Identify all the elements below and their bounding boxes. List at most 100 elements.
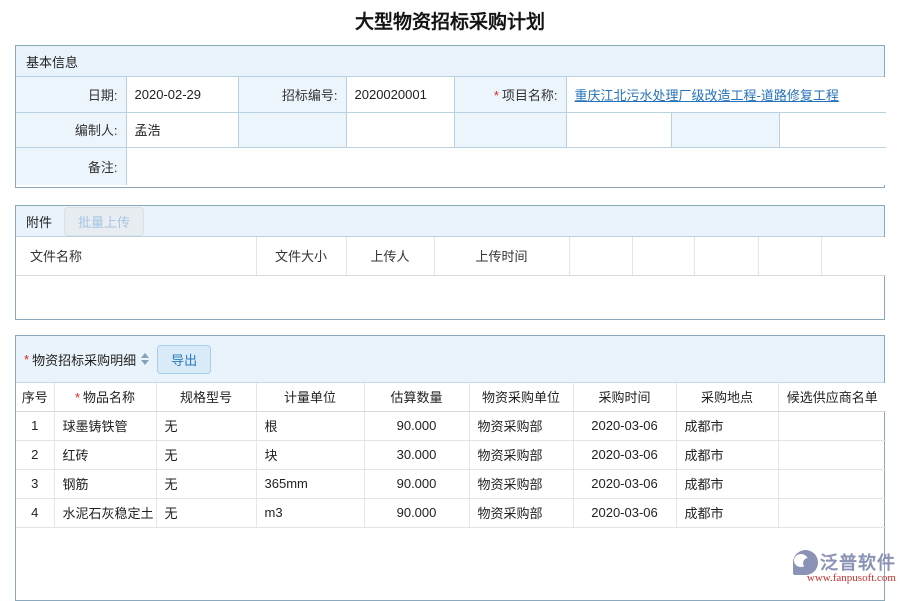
date-label: 日期: <box>16 77 126 112</box>
cell-purchase-time: 2020-03-06 <box>573 440 676 469</box>
detail-col-seq: 序号 <box>16 383 54 411</box>
empty-label-cell <box>454 112 566 147</box>
cell-unit: 365mm <box>256 469 364 498</box>
detail-col-unit: 计量单位 <box>256 383 364 411</box>
basic-info-row-3: 备注: <box>16 147 886 185</box>
detail-col-candidate-suppliers: 候选供应商名单 <box>778 383 886 411</box>
cell-purchase-place: 成都市 <box>676 469 778 498</box>
cell-spec: 无 <box>156 498 256 527</box>
attachments-title: 附件 <box>26 212 52 231</box>
cell-candidate-suppliers <box>778 469 886 498</box>
basic-info-section: 基本信息 日期: 2020-02-29 招标编号: 2020020001 *项目… <box>15 45 885 188</box>
project-name-link[interactable]: 重庆江北污水处理厂级改造工程-道路修复工程 <box>575 88 839 103</box>
table-row[interactable]: 4 水泥石灰稳定土 无 m3 90.000 物资采购部 2020-03-06 成… <box>16 498 886 527</box>
sort-toggle-icon[interactable] <box>141 353 149 365</box>
cell-seq: 3 <box>16 469 54 498</box>
cell-purchase-place: 成都市 <box>676 411 778 440</box>
detail-col-purchase-dept: 物资采购单位 <box>469 383 573 411</box>
table-row[interactable]: 2 红砖 无 块 30.000 物资采购部 2020-03-06 成都市 <box>16 440 886 469</box>
empty-label-cell <box>671 112 779 147</box>
brand-logo: 泛普软件 www.fanpusoft.com <box>793 549 896 584</box>
attachments-col-empty <box>569 237 632 275</box>
export-button[interactable]: 导出 <box>157 345 211 374</box>
cell-spec: 无 <box>156 469 256 498</box>
table-row[interactable]: 3 钢筋 无 365mm 90.000 物资采购部 2020-03-06 成都市 <box>16 469 886 498</box>
cell-purchase-place: 成都市 <box>676 498 778 527</box>
detail-table: 序号 *物品名称 规格型号 计量单位 估算数量 物资采购单位 采购时间 采购地点… <box>16 383 886 528</box>
attachments-col-empty <box>694 237 758 275</box>
cell-purchase-time: 2020-03-06 <box>573 469 676 498</box>
detail-section: * 物资招标采购明细 导出 序号 *物品名称 规格型号 计量单位 估算数量 物资… <box>15 335 885 601</box>
attachments-col-upload-time: 上传时间 <box>434 237 569 275</box>
detail-col-spec: 规格型号 <box>156 383 256 411</box>
empty-value-cell <box>779 112 886 147</box>
attachments-col-empty <box>821 237 886 275</box>
detail-col-item-name: *物品名称 <box>54 383 156 411</box>
detail-section-header: * 物资招标采购明细 导出 <box>16 336 884 383</box>
cell-unit: 块 <box>256 440 364 469</box>
attachments-col-empty <box>632 237 694 275</box>
page-title: 大型物资招标采购计划 <box>0 7 900 34</box>
basic-info-row-2: 编制人: 孟浩 <box>16 112 886 147</box>
detail-col-purchase-time: 采购时间 <box>573 383 676 411</box>
basic-info-title: 基本信息 <box>26 52 78 71</box>
detail-title: 物资招标采购明细 <box>32 350 136 369</box>
cell-item-name: 球墨铸铁管 <box>54 411 156 440</box>
attachments-header-row: 文件名称 文件大小 上传人 上传时间 <box>16 237 886 275</box>
attachments-section: 附件 批量上传 文件名称 文件大小 上传人 上传时间 <box>15 205 885 320</box>
empty-label-cell <box>238 112 346 147</box>
bid-number-label: 招标编号: <box>238 77 346 112</box>
cell-item-name: 钢筋 <box>54 469 156 498</box>
empty-value-cell <box>346 112 454 147</box>
attachments-col-file-size: 文件大小 <box>256 237 346 275</box>
cell-purchase-dept: 物资采购部 <box>469 498 573 527</box>
cell-spec: 无 <box>156 440 256 469</box>
detail-col-item-name-text: 物品名称 <box>83 390 135 405</box>
fanpu-logo-icon <box>793 550 818 575</box>
attachments-table: 文件名称 文件大小 上传人 上传时间 <box>16 237 886 276</box>
cell-purchase-dept: 物资采购部 <box>469 440 573 469</box>
attachments-col-empty <box>758 237 821 275</box>
cell-unit: m3 <box>256 498 364 527</box>
cell-purchase-place: 成都市 <box>676 440 778 469</box>
required-asterisk: * <box>494 88 499 103</box>
project-name-label: *项目名称: <box>454 77 566 112</box>
project-name-label-text: 项目名称: <box>502 88 558 103</box>
detail-col-purchase-place: 采购地点 <box>676 383 778 411</box>
compiler-value: 孟浩 <box>126 112 238 147</box>
table-row[interactable]: 1 球墨铸铁管 无 根 90.000 物资采购部 2020-03-06 成都市 <box>16 411 886 440</box>
empty-value-cell <box>566 112 671 147</box>
cell-seq: 1 <box>16 411 54 440</box>
attachments-col-uploader: 上传人 <box>346 237 434 275</box>
cell-purchase-dept: 物资采购部 <box>469 469 573 498</box>
cell-estimated-qty: 90.000 <box>364 469 469 498</box>
cell-candidate-suppliers <box>778 411 886 440</box>
cell-item-name: 水泥石灰稳定土 <box>54 498 156 527</box>
attachments-col-file-name: 文件名称 <box>16 237 256 275</box>
batch-upload-button[interactable]: 批量上传 <box>64 207 144 236</box>
cell-estimated-qty: 90.000 <box>364 498 469 527</box>
required-asterisk: * <box>75 390 80 405</box>
cell-purchase-dept: 物资采购部 <box>469 411 573 440</box>
cell-item-name: 红砖 <box>54 440 156 469</box>
cell-seq: 2 <box>16 440 54 469</box>
required-asterisk: * <box>24 352 29 367</box>
cell-estimated-qty: 90.000 <box>364 411 469 440</box>
basic-info-table: 日期: 2020-02-29 招标编号: 2020020001 *项目名称: 重… <box>16 77 886 185</box>
cell-estimated-qty: 30.000 <box>364 440 469 469</box>
date-value: 2020-02-29 <box>126 77 238 112</box>
remark-label: 备注: <box>16 147 126 185</box>
compiler-label: 编制人: <box>16 112 126 147</box>
cell-candidate-suppliers <box>778 440 886 469</box>
attachments-section-header: 附件 批量上传 <box>16 206 884 237</box>
basic-info-row-1: 日期: 2020-02-29 招标编号: 2020020001 *项目名称: 重… <box>16 77 886 112</box>
detail-col-estimated-qty: 估算数量 <box>364 383 469 411</box>
cell-seq: 4 <box>16 498 54 527</box>
remark-value <box>126 147 886 185</box>
cell-purchase-time: 2020-03-06 <box>573 498 676 527</box>
cell-unit: 根 <box>256 411 364 440</box>
cell-candidate-suppliers <box>778 498 886 527</box>
brand-url: www.fanpusoft.com <box>807 572 896 584</box>
project-name-cell: 重庆江北污水处理厂级改造工程-道路修复工程 <box>566 77 886 112</box>
cell-spec: 无 <box>156 411 256 440</box>
